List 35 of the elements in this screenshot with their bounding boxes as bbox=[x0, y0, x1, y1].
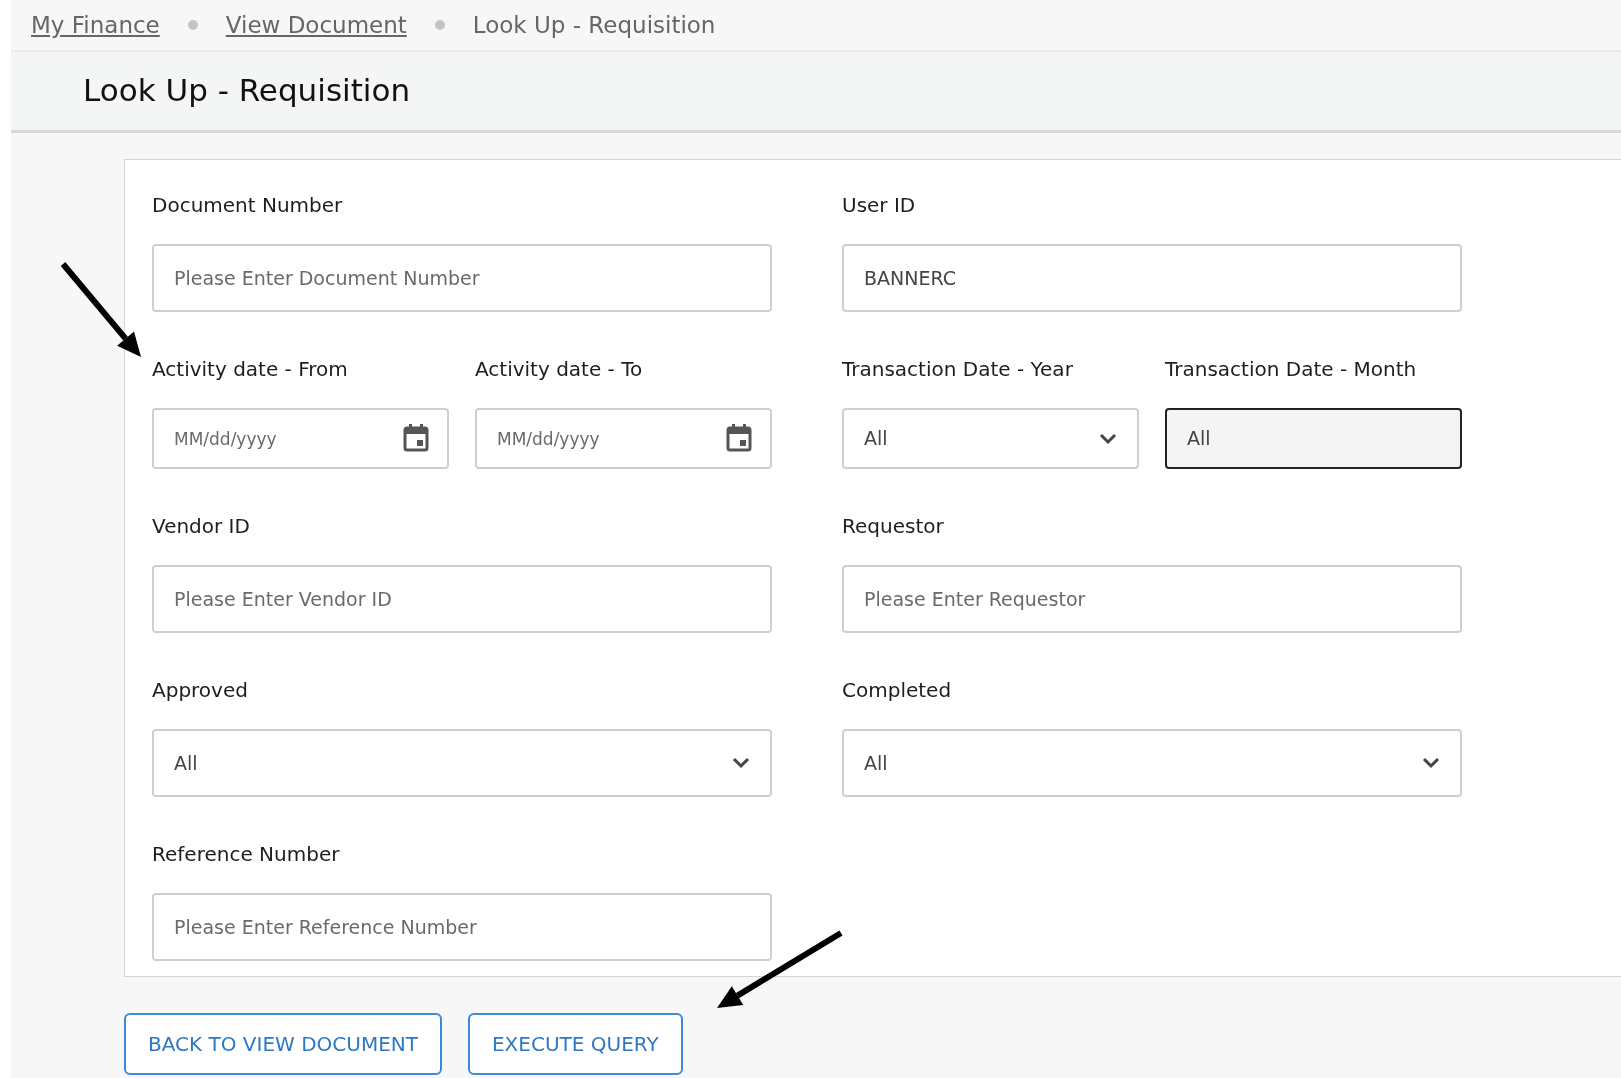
breadcrumb-link[interactable]: My Finance bbox=[31, 7, 160, 43]
field-label: Reference Number bbox=[152, 841, 341, 868]
field-label: Activity date - From bbox=[152, 356, 349, 383]
input-field[interactable]: Please Enter Requestor bbox=[842, 565, 1462, 633]
page-title: Look Up - Requisition bbox=[83, 72, 411, 110]
breadcrumb-link[interactable]: View Document bbox=[225, 7, 407, 43]
select-field[interactable]: All bbox=[152, 729, 772, 797]
input-field[interactable]: Please Enter Reference Number bbox=[152, 893, 772, 961]
calendar-icon[interactable] bbox=[403, 424, 429, 452]
input-field[interactable]: Please Enter Document Number bbox=[152, 244, 772, 312]
chevron-down-icon bbox=[1099, 432, 1117, 445]
field-label: Transaction Date - Year bbox=[842, 356, 1074, 383]
chevron-down-icon bbox=[1422, 757, 1440, 769]
input-field[interactable]: BANNERC bbox=[842, 244, 1462, 312]
field-label: User ID bbox=[842, 192, 917, 219]
chevron-down-icon bbox=[732, 757, 750, 769]
field-label: Vendor ID bbox=[152, 513, 251, 540]
select-field[interactable]: All bbox=[1165, 408, 1462, 469]
separator-dot bbox=[187, 20, 198, 30]
action-button[interactable]: EXECUTE QUERY bbox=[468, 1013, 683, 1075]
field-label: Requestor bbox=[842, 513, 945, 540]
date-field[interactable]: MM/dd/yyyy bbox=[152, 408, 449, 469]
action-button[interactable]: BACK TO VIEW DOCUMENT bbox=[124, 1013, 442, 1075]
field-label: Completed bbox=[842, 677, 953, 704]
separator-dot bbox=[434, 20, 445, 30]
breadcrumb-current: Look Up - Requisition bbox=[472, 10, 716, 40]
date-field[interactable]: MM/dd/yyyy bbox=[475, 408, 772, 469]
field-label: Document Number bbox=[152, 192, 344, 219]
select-field[interactable]: All bbox=[842, 729, 1462, 797]
select-field[interactable]: All bbox=[842, 408, 1139, 469]
field-label: Approved bbox=[152, 677, 249, 704]
field-label: Transaction Date - Month bbox=[1165, 356, 1418, 383]
field-label: Activity date - To bbox=[475, 356, 644, 383]
calendar-icon[interactable] bbox=[726, 424, 752, 452]
input-field[interactable]: Please Enter Vendor ID bbox=[152, 565, 772, 633]
